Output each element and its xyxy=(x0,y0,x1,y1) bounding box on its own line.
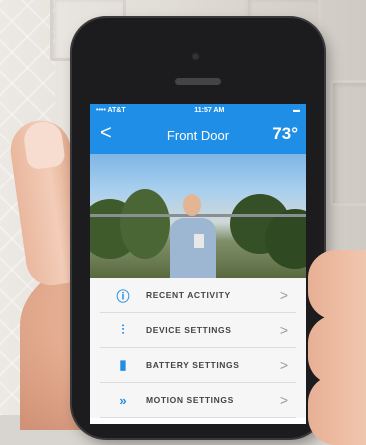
chevron-right-icon: > xyxy=(279,287,288,303)
chevron-right-icon: > xyxy=(279,357,288,373)
fence xyxy=(90,214,306,217)
camera-feed[interactable] xyxy=(90,154,306,278)
chevron-right-icon: > xyxy=(279,322,288,338)
status-bar: •••• AT&T 11:57 AM ▬ xyxy=(90,104,306,116)
settings-menu: ⓘ RECENT ACTIVITY > ⫶ DEVICE SETTINGS > … xyxy=(90,278,306,418)
info-icon: ⓘ xyxy=(116,288,130,304)
menu-item-recent-activity[interactable]: ⓘ RECENT ACTIVITY > xyxy=(100,278,296,313)
chevron-right-icon: > xyxy=(279,392,288,408)
menu-item-device-settings[interactable]: ⫶ DEVICE SETTINGS > xyxy=(100,313,296,348)
clock: 11:57 AM xyxy=(194,106,225,114)
menu-item-battery-settings[interactable]: ▮ BATTERY SETTINGS > xyxy=(100,348,296,383)
phone-screen: •••• AT&T 11:57 AM ▬ < Front Door 73° ⓘ … xyxy=(90,104,306,424)
back-button[interactable]: < xyxy=(100,122,112,145)
menu-item-label: BATTERY SETTINGS xyxy=(146,360,240,370)
carrier-label: •••• AT&T xyxy=(96,106,126,114)
battery-icon: ▬ xyxy=(292,106,300,114)
earpiece-speaker xyxy=(175,78,221,85)
visitor-body xyxy=(170,218,216,278)
visitor-badge xyxy=(194,234,204,248)
tree xyxy=(120,189,170,259)
menu-item-label: RECENT ACTIVITY xyxy=(146,290,231,300)
front-camera-icon xyxy=(191,52,200,61)
phone: •••• AT&T 11:57 AM ▬ < Front Door 73° ⓘ … xyxy=(72,18,324,438)
app-header: < Front Door 73° xyxy=(90,116,306,154)
finger xyxy=(308,375,366,445)
menu-item-label: DEVICE SETTINGS xyxy=(146,325,232,335)
battery-icon: ▮ xyxy=(119,357,127,372)
visitor-head xyxy=(183,194,201,216)
sliders-icon: ⫶ xyxy=(121,322,125,337)
motion-icon: » xyxy=(119,392,127,408)
menu-item-label: MOTION SETTINGS xyxy=(146,395,234,405)
finger xyxy=(308,250,366,320)
menu-item-motion-settings[interactable]: » MOTION SETTINGS > xyxy=(100,383,296,418)
temperature-readout: 73° xyxy=(272,124,298,143)
door-panel xyxy=(330,80,366,206)
